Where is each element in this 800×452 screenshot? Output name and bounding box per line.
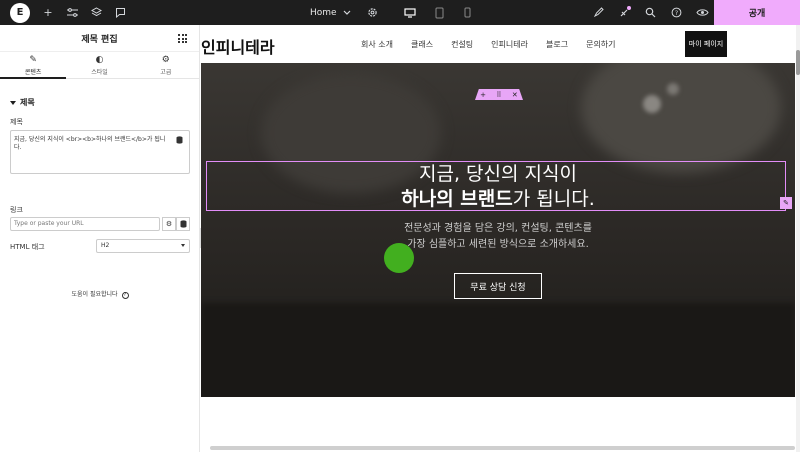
paintbrush-icon[interactable] bbox=[586, 0, 610, 25]
html-tag-select[interactable]: H2 bbox=[96, 239, 190, 253]
add-element-icon[interactable]: + bbox=[36, 0, 60, 25]
half-circle-icon: ◐ bbox=[95, 54, 104, 65]
link-options-gear-icon[interactable]: ⚙ bbox=[162, 217, 176, 231]
section-toggle-title[interactable]: 제목 bbox=[10, 97, 35, 108]
preview-canvas: 인피니테라 회사 소개 클래스 컨설팅 인피니테라 블로그 문의하기 마이 페이… bbox=[201, 25, 795, 452]
hero-subtitle[interactable]: 전문성과 경험을 담은 강의, 컨설팅, 콘텐츠를 가장 심플하고 세련된 방식… bbox=[201, 221, 795, 253]
chevron-down-icon bbox=[181, 244, 185, 247]
title-textarea-value: 지금, 당신의 지식이 <br><b>하나의 브랜드</b>가 됩니다. bbox=[14, 136, 166, 151]
bg-shape bbox=[201, 303, 795, 397]
tab-style[interactable]: ◐ 스타일 bbox=[66, 52, 132, 78]
nav-item-contact[interactable]: 문의하기 bbox=[586, 39, 615, 50]
help-icon[interactable]: ? bbox=[664, 0, 688, 25]
panel-header: 제목 편집 bbox=[0, 25, 199, 52]
hero-heading-bold: 하나의 브랜드 bbox=[401, 188, 513, 210]
link-dynamic-tags-icon[interactable] bbox=[176, 217, 190, 231]
add-section-icon[interactable]: + bbox=[480, 91, 486, 99]
question-circle-icon: ? bbox=[121, 292, 129, 299]
tablet-view-icon[interactable] bbox=[424, 0, 454, 25]
edit-panel: 제목 편집 ✎ 콘텐츠 ◐ 스타일 ⚙ 고급 제목 제목 지금, 당신의 지식이… bbox=[0, 25, 200, 452]
publish-button[interactable]: 공개 bbox=[714, 0, 800, 25]
section-title-label: 제목 bbox=[20, 98, 35, 107]
link-url-input[interactable]: Type or paste your URL bbox=[10, 217, 160, 231]
drag-handle-icon[interactable]: ⠿ bbox=[496, 91, 501, 99]
svg-text:?: ? bbox=[674, 9, 677, 17]
tab-label: 스타일 bbox=[91, 68, 108, 76]
desktop-view-icon[interactable] bbox=[395, 0, 425, 25]
tab-label: 콘텐츠 bbox=[24, 68, 42, 76]
section-toolbar[interactable]: + ⠿ ✕ bbox=[475, 89, 523, 100]
help-label: 도움이 필요합니다 bbox=[71, 291, 118, 298]
nav-item-blog[interactable]: 블로그 bbox=[546, 39, 568, 50]
preview-eye-icon[interactable] bbox=[690, 0, 714, 25]
hero-heading-line2[interactable]: 하나의 브랜드가 됩니다. bbox=[201, 187, 795, 213]
site-nav: 회사 소개 클래스 컨설팅 인피니테라 블로그 문의하기 bbox=[361, 39, 616, 50]
editor-topbar: E + Home ? 공개 bbox=[0, 0, 800, 25]
nav-item-about[interactable]: 회사 소개 bbox=[361, 39, 393, 50]
title-field-label: 제목 bbox=[10, 118, 23, 126]
cta-button[interactable]: 무료 상담 신청 bbox=[454, 273, 542, 299]
layers-icon[interactable] bbox=[84, 0, 108, 25]
hero-heading-rest: 가 됩니다. bbox=[512, 188, 595, 210]
cursor-indicator bbox=[384, 243, 414, 273]
hero-subtitle-line2: 가장 심플하고 세련된 방식으로 소개하세요. bbox=[407, 239, 589, 250]
tab-content[interactable]: ✎ 콘텐츠 bbox=[0, 52, 67, 79]
elementor-logo-icon[interactable]: E bbox=[10, 2, 30, 23]
hero-subtitle-line1: 전문성과 경험을 담은 강의, 컨설팅, 콘텐츠를 bbox=[404, 223, 592, 234]
site-settings-gear-icon[interactable] bbox=[367, 7, 378, 18]
panel-title: 제목 편집 bbox=[81, 34, 118, 45]
pencil-icon: ✎ bbox=[29, 54, 37, 65]
html-tag-value: H2 bbox=[101, 242, 110, 249]
edit-pencil-icon[interactable]: ✎ bbox=[780, 197, 792, 209]
dynamic-tags-icon[interactable] bbox=[174, 134, 185, 145]
bg-shape bbox=[643, 95, 661, 113]
nav-item-class[interactable]: 클래스 bbox=[411, 39, 433, 50]
canvas-blank-area bbox=[201, 397, 795, 452]
nav-item-consulting[interactable]: 컨설팅 bbox=[451, 39, 473, 50]
settings-sliders-icon[interactable] bbox=[60, 0, 84, 25]
vertical-scrollbar[interactable] bbox=[796, 25, 800, 452]
widgets-grid-icon[interactable] bbox=[178, 34, 187, 43]
vertical-scroll-thumb[interactable] bbox=[796, 50, 800, 75]
chevron-down-icon bbox=[343, 10, 351, 15]
page-selector[interactable]: Home bbox=[310, 0, 378, 25]
close-icon[interactable]: ✕ bbox=[512, 91, 518, 99]
notifications-icon[interactable] bbox=[612, 0, 636, 25]
title-textarea[interactable]: 지금, 당신의 지식이 <br><b>하나의 브랜드</b>가 됩니다. bbox=[10, 130, 190, 174]
link-field-label: 링크 bbox=[10, 206, 23, 214]
site-brand[interactable]: 인피니테라 bbox=[201, 34, 275, 58]
comments-icon[interactable] bbox=[108, 0, 132, 25]
horizontal-scrollbar[interactable] bbox=[210, 446, 795, 450]
bg-shape bbox=[667, 83, 679, 95]
site-header: 인피니테라 회사 소개 클래스 컨설팅 인피니테라 블로그 문의하기 마이 페이… bbox=[201, 25, 795, 63]
my-page-button[interactable]: 마이 페이지 bbox=[685, 31, 727, 57]
search-icon[interactable] bbox=[638, 0, 662, 25]
hero-section[interactable]: + ⠿ ✕ 지금, 당신의 지식이 하나의 브랜드가 됩니다. ✎ 전문성과 경… bbox=[201, 63, 795, 397]
html-tag-label: HTML 태그 bbox=[10, 243, 45, 251]
nav-item-infinitera[interactable]: 인피니테라 bbox=[491, 39, 528, 50]
help-link[interactable]: 도움이 필요합니다 ? bbox=[0, 289, 200, 299]
page-name: Home bbox=[310, 7, 337, 18]
caret-down-icon bbox=[10, 100, 16, 105]
hero-heading-line1[interactable]: 지금, 당신의 지식이 bbox=[201, 162, 795, 188]
mobile-view-icon[interactable] bbox=[452, 0, 482, 25]
tab-advanced[interactable]: ⚙ 고급 bbox=[133, 52, 199, 78]
tab-label: 고급 bbox=[160, 68, 172, 76]
gear-icon: ⚙ bbox=[161, 54, 170, 65]
panel-tabs: ✎ 콘텐츠 ◐ 스타일 ⚙ 고급 bbox=[0, 52, 199, 79]
